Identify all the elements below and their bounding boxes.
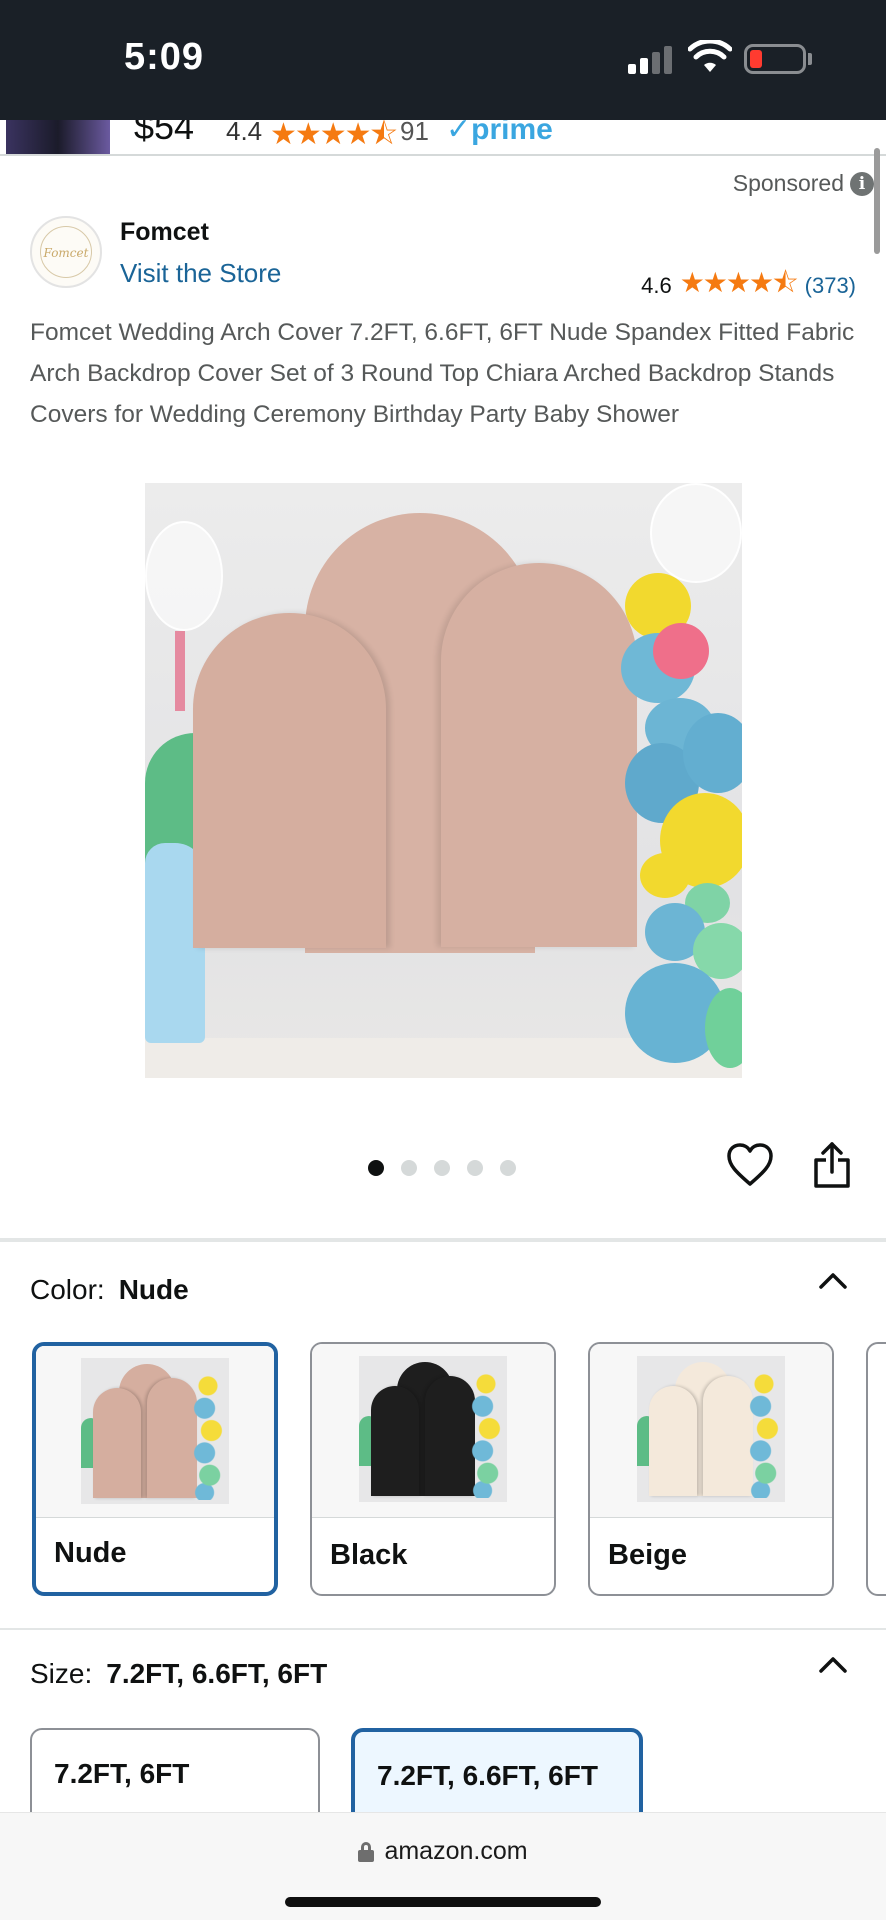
image-carousel-dots[interactable] bbox=[368, 1160, 516, 1176]
color-option-thumbnail bbox=[590, 1344, 832, 1518]
chevron-up-icon[interactable] bbox=[818, 1270, 848, 1290]
browser-bottom-bar: amazon.com bbox=[0, 1812, 886, 1920]
home-indicator[interactable] bbox=[285, 1897, 601, 1907]
product-title[interactable]: Fomcet Wedding Arch Cover 7.2FT, 6.6FT, … bbox=[30, 312, 866, 435]
visit-store-link[interactable]: Visit the Store bbox=[120, 258, 281, 289]
battery-icon bbox=[744, 44, 806, 74]
color-option-beige[interactable]: Beige bbox=[588, 1342, 834, 1596]
selected-color-value: Nude bbox=[118, 1274, 189, 1305]
color-option-nude[interactable]: Nude bbox=[32, 1342, 278, 1596]
size-section-header: Size: 7.2FT, 6.6FT, 6FT bbox=[30, 1658, 328, 1689]
heart-icon[interactable] bbox=[726, 1142, 774, 1188]
scrollbar[interactable] bbox=[874, 148, 880, 254]
carousel-dot[interactable] bbox=[401, 1160, 417, 1176]
previous-result-thumbnail[interactable] bbox=[6, 120, 110, 154]
url-text: amazon.com bbox=[384, 1837, 528, 1865]
brand-name[interactable]: Fomcet bbox=[120, 218, 209, 247]
carousel-dot[interactable] bbox=[500, 1160, 516, 1176]
share-icon[interactable] bbox=[812, 1140, 852, 1190]
arch-cover-left bbox=[193, 613, 386, 948]
carousel-dot[interactable] bbox=[467, 1160, 483, 1176]
review-count-link[interactable]: (373) bbox=[805, 273, 856, 299]
previous-result-rating: 4.4 bbox=[226, 120, 263, 146]
status-time: 5:09 bbox=[124, 36, 205, 78]
wifi-icon bbox=[688, 40, 732, 72]
prime-badge: ✓prime bbox=[446, 120, 553, 146]
product-rating[interactable]: 4.6 ★★★★⯪ (373) bbox=[641, 262, 856, 310]
sponsored-label[interactable]: Sponsored i bbox=[733, 170, 874, 197]
status-bar: 5:09 bbox=[0, 0, 886, 120]
info-icon[interactable]: i bbox=[850, 171, 874, 196]
color-option-black[interactable]: Black bbox=[310, 1342, 556, 1596]
sun-decoration bbox=[653, 623, 709, 679]
previous-result-price: $54 bbox=[134, 120, 195, 147]
color-section-header: Color: Nude bbox=[30, 1274, 189, 1305]
selected-size-value: 7.2FT, 6.6FT, 6FT bbox=[106, 1658, 328, 1689]
carousel-dot[interactable] bbox=[434, 1160, 450, 1176]
section-divider bbox=[0, 1628, 886, 1630]
brand-logo[interactable]: Fomcet bbox=[30, 216, 102, 288]
arch-cover-right bbox=[441, 563, 637, 947]
product-image[interactable] bbox=[145, 483, 742, 1078]
previous-result-stars: ★★★★⯪ bbox=[270, 120, 398, 151]
previous-result-strip[interactable]: $54 4.4 ★★★★⯪ 91 ✓prime bbox=[0, 120, 886, 156]
url-bar[interactable]: amazon.com bbox=[0, 1837, 886, 1866]
rating-value: 4.6 bbox=[641, 273, 672, 298]
rating-stars-icon: ★★★★⯪ bbox=[679, 267, 799, 298]
color-option-thumbnail bbox=[36, 1346, 274, 1518]
chevron-up-icon[interactable] bbox=[818, 1654, 848, 1674]
section-divider bbox=[0, 1238, 886, 1242]
previous-result-review-count: 91 bbox=[400, 120, 429, 146]
color-option-label: Nude bbox=[54, 1537, 127, 1569]
carousel-dot[interactable] bbox=[368, 1160, 384, 1176]
cellular-signal-icon bbox=[628, 44, 674, 74]
color-option-thumbnail bbox=[312, 1344, 554, 1518]
color-option-more[interactable] bbox=[866, 1342, 886, 1596]
color-option-label: Beige bbox=[608, 1539, 687, 1571]
lock-icon bbox=[358, 1841, 375, 1862]
color-option-label: Black bbox=[330, 1539, 408, 1571]
